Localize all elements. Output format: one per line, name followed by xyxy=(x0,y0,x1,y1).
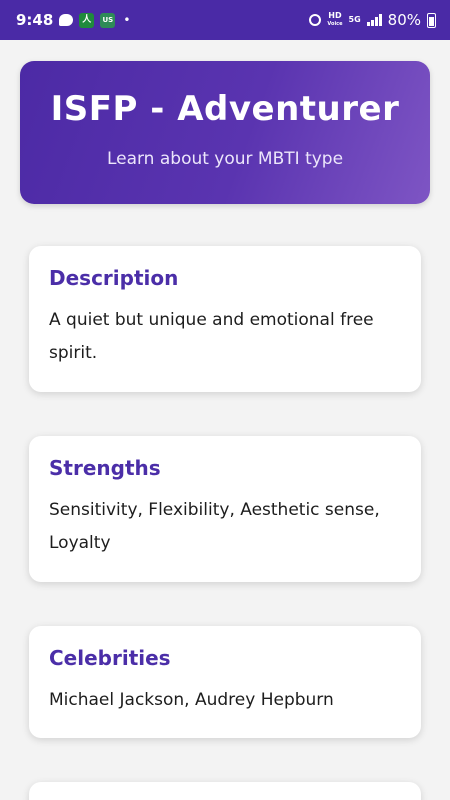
hd-label: HD xyxy=(328,11,342,20)
page-title: ISFP - Adventurer xyxy=(50,89,400,129)
signal-bars-icon xyxy=(366,14,382,26)
celebrities-title: Celebrities xyxy=(49,646,171,670)
alarm-icon xyxy=(309,14,322,26)
voice-label: Voice xyxy=(327,21,343,27)
network-type-icon: 5G xyxy=(349,16,361,24)
chat-bubble-icon xyxy=(59,14,74,26)
status-bar-left: 9:48 人 US • xyxy=(16,11,130,29)
page-subtitle: Learn about your MBTI type xyxy=(106,149,344,169)
strengths-title: Strengths xyxy=(49,456,161,480)
strengths-text: Sensitivity, Flexibility, Aesthetic sens… xyxy=(49,500,380,553)
description-title: Description xyxy=(49,266,179,290)
battery-icon xyxy=(427,12,436,28)
status-bar: 9:48 人 US • HD Voice 5G 80% xyxy=(0,0,450,40)
strengths-card: Strengths Sensitivity, Flexibility, Aest… xyxy=(29,436,421,582)
description-text: A quiet but unique and emotional free sp… xyxy=(49,310,374,363)
next-section-card xyxy=(29,782,421,800)
battery-percent: 80% xyxy=(387,11,421,29)
description-card: Description A quiet but unique and emoti… xyxy=(29,246,421,392)
more-notifications-dot-icon: • xyxy=(123,13,131,27)
hd-voice-icon: HD Voice xyxy=(327,12,342,28)
us-badge-icon: US xyxy=(100,12,116,28)
status-time: 9:48 xyxy=(16,11,54,29)
header-banner: ISFP - Adventurer Learn about your MBTI … xyxy=(20,61,430,204)
celebrities-card: Celebrities Michael Jackson, Audrey Hepb… xyxy=(29,626,421,738)
app-notification-icon: 人 xyxy=(79,12,95,28)
network-label: 5G xyxy=(348,15,361,24)
status-bar-right: HD Voice 5G 80% xyxy=(309,11,436,29)
celebrities-text: Michael Jackson, Audrey Hepburn xyxy=(49,690,334,710)
